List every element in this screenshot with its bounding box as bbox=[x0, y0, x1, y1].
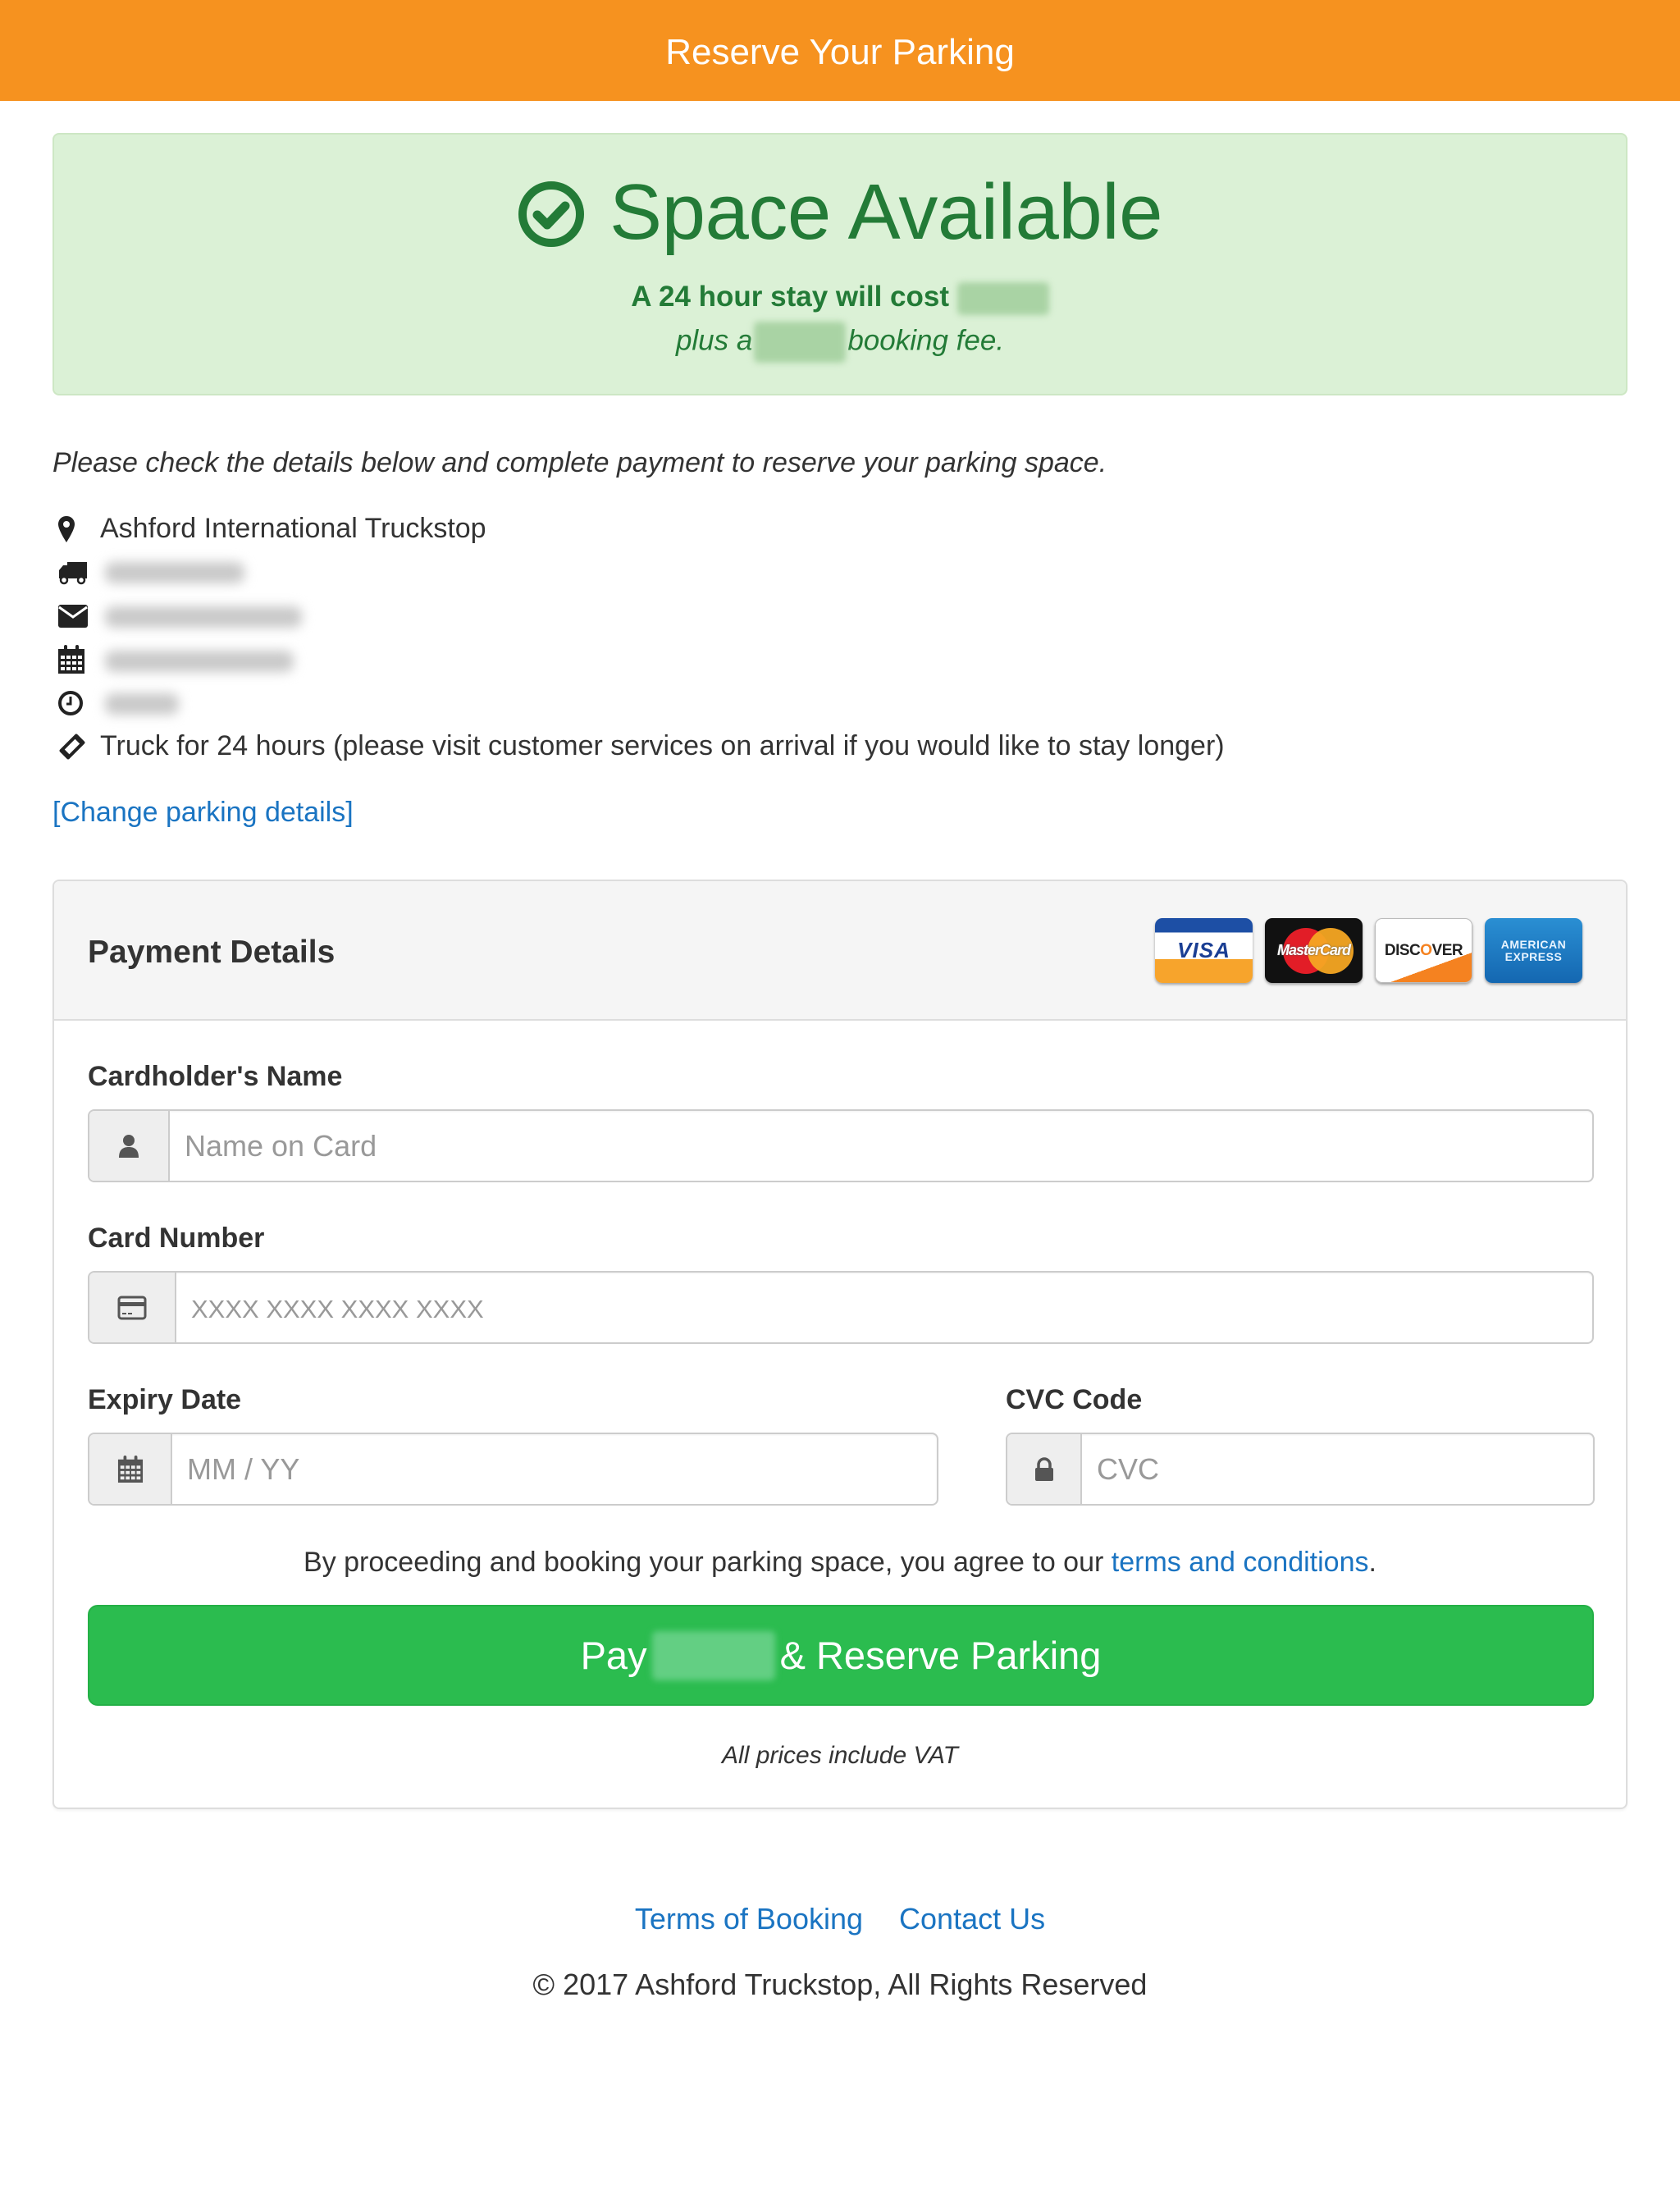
terms-and-conditions-link[interactable]: terms and conditions bbox=[1112, 1547, 1369, 1578]
expiry-date-label: Expiry Date bbox=[88, 1384, 242, 1415]
card-number-group bbox=[88, 1271, 1594, 1344]
redacted-time bbox=[105, 693, 179, 715]
calendar-icon bbox=[52, 643, 92, 676]
calendar-icon bbox=[89, 1434, 172, 1504]
redacted-details bbox=[92, 551, 363, 724]
footer-links: Terms of Booking Contact Us bbox=[0, 1900, 1680, 1938]
payment-panel: Payment Details VISA MasterCard DISCOVER… bbox=[52, 880, 1628, 1809]
visa-card-icon: VISA bbox=[1155, 918, 1253, 983]
ticket-text: Truck for 24 hours (please visit custome… bbox=[100, 730, 1225, 761]
cardholder-name-group bbox=[88, 1109, 1594, 1182]
cardholder-name-label: Cardholder's Name bbox=[88, 1061, 343, 1092]
vat-note: All prices include VAT bbox=[722, 1742, 958, 1769]
top-bar: Reserve Your Parking bbox=[0, 0, 1680, 101]
redacted-vehicle bbox=[105, 562, 244, 583]
detail-ticket: Truck for 24 hours (please visit custome… bbox=[52, 724, 1611, 768]
map-marker-icon bbox=[52, 513, 92, 546]
cvc-code-group bbox=[1006, 1433, 1595, 1506]
terms-of-booking-link[interactable]: Terms of Booking bbox=[635, 1902, 863, 1936]
mastercard-card-icon: MasterCard bbox=[1265, 918, 1363, 983]
check-circle-icon bbox=[518, 181, 585, 247]
intro-text: Please check the details below and compl… bbox=[52, 447, 1107, 478]
change-parking-details-link[interactable]: [Change parking details] bbox=[52, 794, 354, 830]
agree-suffix: . bbox=[1368, 1547, 1376, 1578]
page-title: Reserve Your Parking bbox=[665, 32, 1015, 72]
expiry-date-input[interactable] bbox=[172, 1434, 937, 1504]
card-number-input[interactable] bbox=[176, 1273, 1592, 1342]
cardholder-name-input[interactable] bbox=[170, 1111, 1592, 1181]
location-text: Ashford International Truckstop bbox=[100, 513, 486, 544]
contact-us-link[interactable]: Contact Us bbox=[899, 1902, 1045, 1936]
envelope-icon bbox=[52, 600, 92, 633]
fee-line: plus a booking fee. bbox=[54, 322, 1626, 363]
discover-card-icon: DISCOVER bbox=[1375, 918, 1472, 983]
fee-prefix: plus a bbox=[675, 324, 753, 357]
lock-icon bbox=[1007, 1434, 1082, 1504]
credit-card-icon bbox=[89, 1273, 176, 1342]
alert-heading-text: Space Available bbox=[609, 168, 1162, 256]
redacted-email bbox=[105, 606, 302, 628]
expiry-date-group bbox=[88, 1433, 938, 1506]
pay-and-reserve-button[interactable]: Pay & Reserve Parking bbox=[88, 1605, 1594, 1706]
amex-card-icon: AMERICAN EXPRESS bbox=[1485, 918, 1582, 983]
cost-prefix: A 24 hour stay will cost bbox=[631, 281, 949, 313]
payment-panel-heading: Payment Details VISA MasterCard DISCOVER… bbox=[54, 881, 1626, 1021]
fee-suffix: booking fee. bbox=[847, 324, 1005, 357]
cvc-code-label: CVC Code bbox=[1006, 1384, 1143, 1415]
copyright: © 2017 Ashford Truckstop, All Rights Res… bbox=[532, 1968, 1148, 2001]
pay-label-prefix: Pay bbox=[580, 1634, 647, 1677]
ticket-icon bbox=[52, 730, 92, 763]
availability-alert: Space Available A 24 hour stay will cost… bbox=[52, 133, 1628, 395]
cost-line: A 24 hour stay will cost bbox=[54, 279, 1626, 315]
payment-title: Payment Details bbox=[88, 935, 336, 970]
detail-location: Ashford International Truckstop bbox=[52, 507, 1611, 551]
truck-icon bbox=[52, 556, 92, 589]
fee-value-redacted bbox=[754, 322, 847, 363]
accepted-cards: VISA MasterCard DISCOVER AMERICAN EXPRESS bbox=[1155, 918, 1582, 983]
cost-value-redacted bbox=[956, 281, 1049, 315]
terms-agreement: By proceeding and booking your parking s… bbox=[54, 1544, 1626, 1580]
pay-label-suffix: & Reserve Parking bbox=[779, 1634, 1102, 1677]
redacted-date bbox=[105, 651, 294, 672]
agree-text: By proceeding and booking your parking s… bbox=[304, 1547, 1104, 1578]
booking-details: Ashford International Truckstop Truck fo… bbox=[52, 507, 1611, 768]
cvc-code-input[interactable] bbox=[1082, 1434, 1593, 1504]
clock-icon bbox=[52, 687, 92, 720]
alert-heading: Space Available bbox=[54, 167, 1626, 258]
user-icon bbox=[89, 1111, 170, 1181]
pay-amount-redacted bbox=[651, 1630, 775, 1680]
card-number-label: Card Number bbox=[88, 1223, 265, 1254]
